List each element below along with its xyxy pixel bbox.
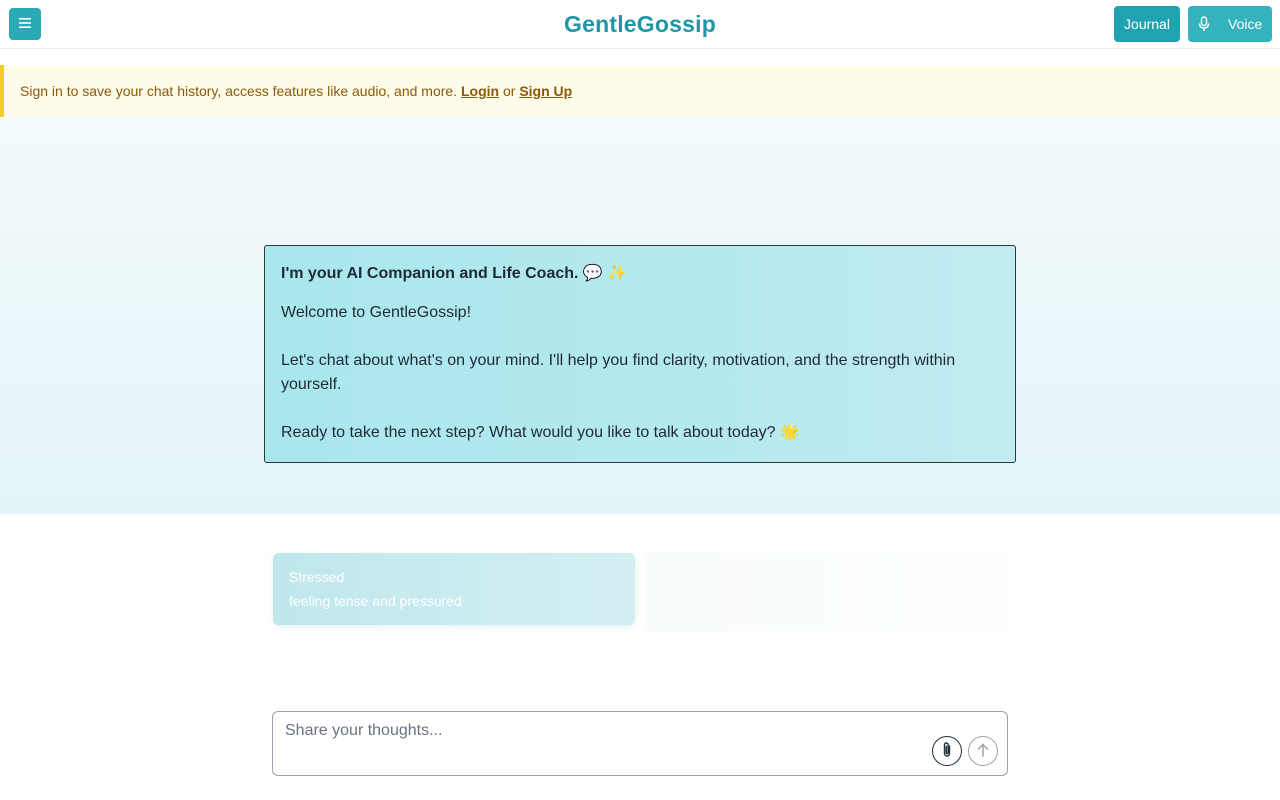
message-composer [272,711,1008,776]
top-header: GentleGossip Journal Voice [0,0,1280,49]
voice-label: Voice [1228,16,1263,32]
attach-button[interactable] [932,736,962,766]
send-button[interactable] [968,736,998,766]
suggestion-title: Stressed [289,569,345,585]
banner-or: or [502,83,516,99]
login-link[interactable]: Login [461,83,499,99]
welcome-message: I'm your AI Companion and Life Coach. 💬 … [264,245,1016,463]
message-input[interactable] [285,722,925,752]
welcome-line: Welcome to GentleGossip! [281,304,472,321]
journal-button[interactable]: Journal [1114,6,1180,42]
banner-text: Sign in to save your chat history, acces… [20,83,458,99]
suggestion-subtitle: feeling tense and pressured [289,593,462,609]
voice-button[interactable]: Voice [1188,6,1272,42]
suggestion-card-faded [645,553,1007,631]
welcome-line: Let's chat about what's on your mind. I'… [281,352,956,393]
signin-banner: Sign in to save your chat history, acces… [0,65,1280,117]
paperclip-icon [940,741,954,762]
welcome-line: Ready to take the next step? What would … [281,424,800,441]
signup-link[interactable]: Sign Up [519,83,572,99]
suggestion-card-stressed[interactable]: Stressed feeling tense and pressured [273,553,635,625]
arrow-up-icon [976,742,990,761]
welcome-title: I'm your AI Companion and Life Coach. 💬 … [281,265,628,282]
microphone-icon [1198,16,1210,32]
app-title: GentleGossip [564,11,716,37]
